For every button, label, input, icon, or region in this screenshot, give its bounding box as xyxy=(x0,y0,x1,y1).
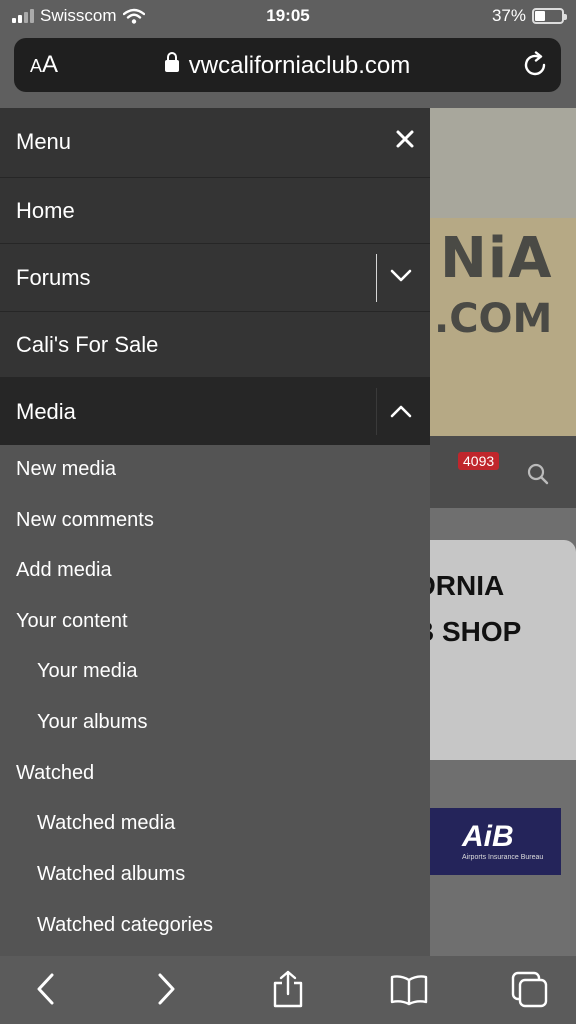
submenu-item-new-comments[interactable]: New comments xyxy=(16,509,154,532)
nav-menu-panel: Menu Home Forums Cali's For Sale Media N… xyxy=(0,108,430,956)
back-icon[interactable] xyxy=(34,972,58,1006)
expander-divider xyxy=(376,254,377,302)
menu-header: Menu xyxy=(0,108,430,178)
tabs-icon[interactable] xyxy=(510,970,550,1010)
battery-group: 37% xyxy=(491,6,567,26)
menu-item-label: Forums xyxy=(16,265,91,290)
notification-badge: 4093 xyxy=(458,452,500,470)
menu-item-forums[interactable]: Forums xyxy=(0,244,430,312)
forward-icon[interactable] xyxy=(154,972,178,1006)
submenu-item-your-albums[interactable]: Your albums xyxy=(37,711,147,734)
reload-icon[interactable] xyxy=(523,51,549,79)
expander-divider xyxy=(376,388,377,435)
chevron-down-icon xyxy=(390,269,412,282)
submenu-item-watched-categories[interactable]: Watched categories xyxy=(37,914,213,937)
url-text: vwcaliforniaclub.com xyxy=(188,52,411,79)
url-display[interactable]: vwcaliforniaclub.com xyxy=(14,52,561,80)
browser-address-area: AA vwcaliforniaclub.com xyxy=(0,32,576,108)
card-line-1: ORNIA xyxy=(430,570,505,601)
submenu-item-new-media[interactable]: New media xyxy=(16,458,116,481)
chevron-up-icon xyxy=(390,405,412,418)
site-nav-strip: 4093 xyxy=(430,436,576,508)
submenu-item-watched-albums[interactable]: Watched albums xyxy=(37,863,185,886)
card-line-2: B SHOP xyxy=(430,616,522,647)
menu-item-label: Media xyxy=(16,399,76,424)
battery-icon xyxy=(532,8,567,24)
aib-logo: AiB xyxy=(462,820,514,853)
site-banner: NiA .COM xyxy=(430,108,576,436)
banner-text-top: NiA xyxy=(440,226,553,291)
menu-title: Menu xyxy=(16,129,72,154)
forums-expand-button[interactable] xyxy=(376,244,430,312)
search-icon[interactable] xyxy=(526,462,550,486)
menu-item-home[interactable]: Home xyxy=(0,178,430,244)
submenu-item-your-content[interactable]: Your content xyxy=(16,610,128,633)
club-shop-card: ORNIA B SHOP xyxy=(430,540,576,760)
browser-toolbar xyxy=(0,956,576,1024)
close-icon[interactable] xyxy=(394,128,416,150)
aib-subtitle: Airports Insurance Bureau xyxy=(462,854,544,861)
media-collapse-button[interactable] xyxy=(376,378,430,445)
address-bar[interactable]: AA vwcaliforniaclub.com xyxy=(14,38,561,92)
battery-percent: 37% xyxy=(491,6,526,25)
bookmarks-icon[interactable] xyxy=(390,974,428,1006)
background-page: NiA .COM 4093 ORNIA B SHOP AiB Airports … xyxy=(430,108,576,956)
menu-item-label: Home xyxy=(16,198,75,223)
clock: 19:05 xyxy=(266,6,310,25)
menu-item-media[interactable]: Media xyxy=(0,378,430,445)
submenu-item-your-media[interactable]: Your media xyxy=(37,660,137,683)
banner-text-bottom: .COM xyxy=(434,296,553,342)
submenu-item-watched-media[interactable]: Watched media xyxy=(37,812,175,835)
status-bar: Swisscom 19:05 37% xyxy=(0,0,576,32)
submenu-item-add-media[interactable]: Add media xyxy=(16,559,112,582)
submenu-item-watched[interactable]: Watched xyxy=(16,762,94,785)
share-icon[interactable] xyxy=(272,970,304,1008)
aib-ad-banner[interactable]: AiB Airports Insurance Bureau xyxy=(430,808,561,875)
menu-item-calis-for-sale[interactable]: Cali's For Sale xyxy=(0,312,430,378)
lock-icon xyxy=(164,52,179,72)
menu-item-label: Cali's For Sale xyxy=(16,332,159,357)
